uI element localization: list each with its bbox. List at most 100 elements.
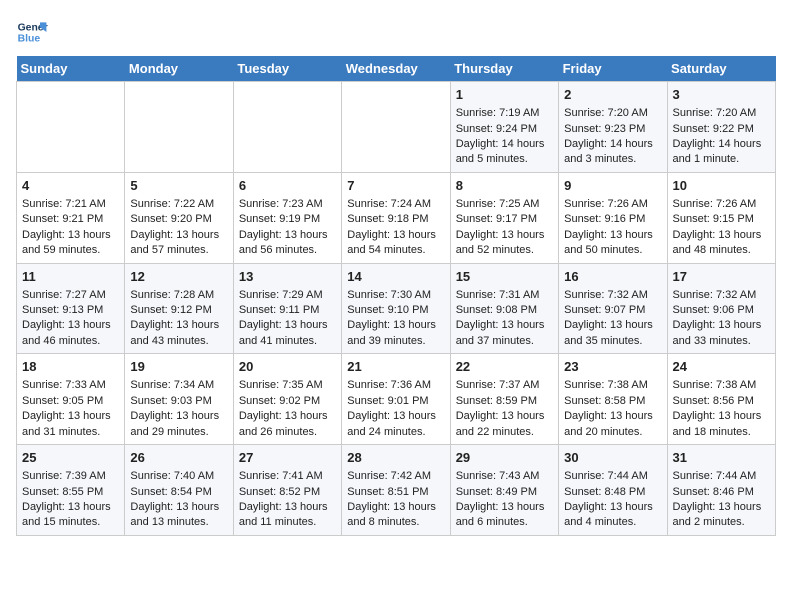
day-info: Sunset: 9:16 PM [564, 212, 661, 227]
day-info: and 59 minutes. [22, 243, 119, 258]
day-info: Sunrise: 7:33 AM [22, 378, 119, 393]
day-info: and 29 minutes. [130, 425, 227, 440]
calendar-cell [233, 82, 341, 173]
day-info: Daylight: 13 hours [456, 318, 553, 333]
calendar-cell [17, 82, 125, 173]
calendar-cell: 9Sunrise: 7:26 AMSunset: 9:16 PMDaylight… [559, 172, 667, 263]
day-info: and 15 minutes. [22, 515, 119, 530]
calendar-week-row: 18Sunrise: 7:33 AMSunset: 9:05 PMDayligh… [17, 354, 776, 445]
calendar-cell: 18Sunrise: 7:33 AMSunset: 9:05 PMDayligh… [17, 354, 125, 445]
day-info: Daylight: 13 hours [673, 228, 770, 243]
day-info: Sunset: 9:12 PM [130, 303, 227, 318]
day-info: Sunrise: 7:24 AM [347, 197, 444, 212]
calendar-week-row: 11Sunrise: 7:27 AMSunset: 9:13 PMDayligh… [17, 263, 776, 354]
day-number: 19 [130, 358, 227, 376]
day-info: Daylight: 14 hours [673, 137, 770, 152]
calendar-cell: 31Sunrise: 7:44 AMSunset: 8:46 PMDayligh… [667, 445, 775, 536]
day-info: Daylight: 13 hours [239, 500, 336, 515]
column-header-friday: Friday [559, 56, 667, 82]
day-number: 31 [673, 449, 770, 467]
day-number: 13 [239, 268, 336, 286]
day-info: Sunset: 8:55 PM [22, 485, 119, 500]
day-number: 4 [22, 177, 119, 195]
day-info: Daylight: 13 hours [347, 409, 444, 424]
day-info: Sunrise: 7:23 AM [239, 197, 336, 212]
day-info: Sunrise: 7:43 AM [456, 469, 553, 484]
day-info: Daylight: 13 hours [22, 228, 119, 243]
day-info: Sunrise: 7:31 AM [456, 288, 553, 303]
day-info: Daylight: 13 hours [239, 318, 336, 333]
day-info: Daylight: 13 hours [347, 500, 444, 515]
day-info: and 24 minutes. [347, 425, 444, 440]
day-info: Sunset: 8:54 PM [130, 485, 227, 500]
calendar-cell: 29Sunrise: 7:43 AMSunset: 8:49 PMDayligh… [450, 445, 558, 536]
day-info: Daylight: 13 hours [673, 318, 770, 333]
day-info: Sunrise: 7:44 AM [564, 469, 661, 484]
calendar-week-row: 1Sunrise: 7:19 AMSunset: 9:24 PMDaylight… [17, 82, 776, 173]
day-info: and 39 minutes. [347, 334, 444, 349]
day-info: Daylight: 13 hours [347, 318, 444, 333]
day-info: Daylight: 14 hours [564, 137, 661, 152]
calendar-cell [342, 82, 450, 173]
calendar-cell: 12Sunrise: 7:28 AMSunset: 9:12 PMDayligh… [125, 263, 233, 354]
day-info: Daylight: 13 hours [673, 500, 770, 515]
day-info: Sunset: 9:01 PM [347, 394, 444, 409]
day-info: Sunrise: 7:32 AM [673, 288, 770, 303]
day-info: Sunset: 9:06 PM [673, 303, 770, 318]
day-info: Sunset: 9:15 PM [673, 212, 770, 227]
calendar-cell: 5Sunrise: 7:22 AMSunset: 9:20 PMDaylight… [125, 172, 233, 263]
day-info: and 2 minutes. [673, 515, 770, 530]
day-info: Daylight: 13 hours [130, 318, 227, 333]
day-info: Daylight: 13 hours [564, 318, 661, 333]
column-header-monday: Monday [125, 56, 233, 82]
day-info: Daylight: 13 hours [347, 228, 444, 243]
day-info: and 56 minutes. [239, 243, 336, 258]
column-header-tuesday: Tuesday [233, 56, 341, 82]
calendar-cell: 4Sunrise: 7:21 AMSunset: 9:21 PMDaylight… [17, 172, 125, 263]
day-number: 1 [456, 86, 553, 104]
day-info: Sunset: 9:05 PM [22, 394, 119, 409]
day-info: Sunrise: 7:29 AM [239, 288, 336, 303]
day-info: Sunrise: 7:41 AM [239, 469, 336, 484]
day-number: 16 [564, 268, 661, 286]
day-info: Daylight: 13 hours [564, 409, 661, 424]
day-info: and 11 minutes. [239, 515, 336, 530]
day-info: and 18 minutes. [673, 425, 770, 440]
logo: General Blue [16, 16, 48, 48]
day-info: Sunset: 9:02 PM [239, 394, 336, 409]
day-info: Sunset: 9:10 PM [347, 303, 444, 318]
day-info: Daylight: 13 hours [130, 409, 227, 424]
day-info: Sunrise: 7:35 AM [239, 378, 336, 393]
calendar-cell [125, 82, 233, 173]
day-info: Sunset: 8:59 PM [456, 394, 553, 409]
day-info: Sunset: 8:49 PM [456, 485, 553, 500]
day-info: Sunrise: 7:21 AM [22, 197, 119, 212]
day-info: and 35 minutes. [564, 334, 661, 349]
day-number: 24 [673, 358, 770, 376]
day-number: 20 [239, 358, 336, 376]
day-info: Sunset: 8:51 PM [347, 485, 444, 500]
logo-icon: General Blue [16, 16, 48, 48]
calendar-cell: 13Sunrise: 7:29 AMSunset: 9:11 PMDayligh… [233, 263, 341, 354]
calendar-cell: 19Sunrise: 7:34 AMSunset: 9:03 PMDayligh… [125, 354, 233, 445]
day-info: Sunrise: 7:36 AM [347, 378, 444, 393]
day-info: Sunset: 9:17 PM [456, 212, 553, 227]
day-info: Sunset: 8:56 PM [673, 394, 770, 409]
day-info: and 50 minutes. [564, 243, 661, 258]
calendar-cell: 20Sunrise: 7:35 AMSunset: 9:02 PMDayligh… [233, 354, 341, 445]
day-info: and 5 minutes. [456, 152, 553, 167]
day-number: 26 [130, 449, 227, 467]
calendar-cell: 27Sunrise: 7:41 AMSunset: 8:52 PMDayligh… [233, 445, 341, 536]
page-header: General Blue [16, 16, 776, 48]
day-info: Sunrise: 7:34 AM [130, 378, 227, 393]
day-info: Daylight: 13 hours [22, 318, 119, 333]
calendar-cell: 1Sunrise: 7:19 AMSunset: 9:24 PMDaylight… [450, 82, 558, 173]
day-number: 5 [130, 177, 227, 195]
day-info: Sunset: 8:58 PM [564, 394, 661, 409]
day-info: Sunrise: 7:22 AM [130, 197, 227, 212]
day-info: and 4 minutes. [564, 515, 661, 530]
day-info: Sunrise: 7:30 AM [347, 288, 444, 303]
day-info: and 6 minutes. [456, 515, 553, 530]
day-info: Sunset: 8:48 PM [564, 485, 661, 500]
day-info: Sunset: 9:24 PM [456, 122, 553, 137]
